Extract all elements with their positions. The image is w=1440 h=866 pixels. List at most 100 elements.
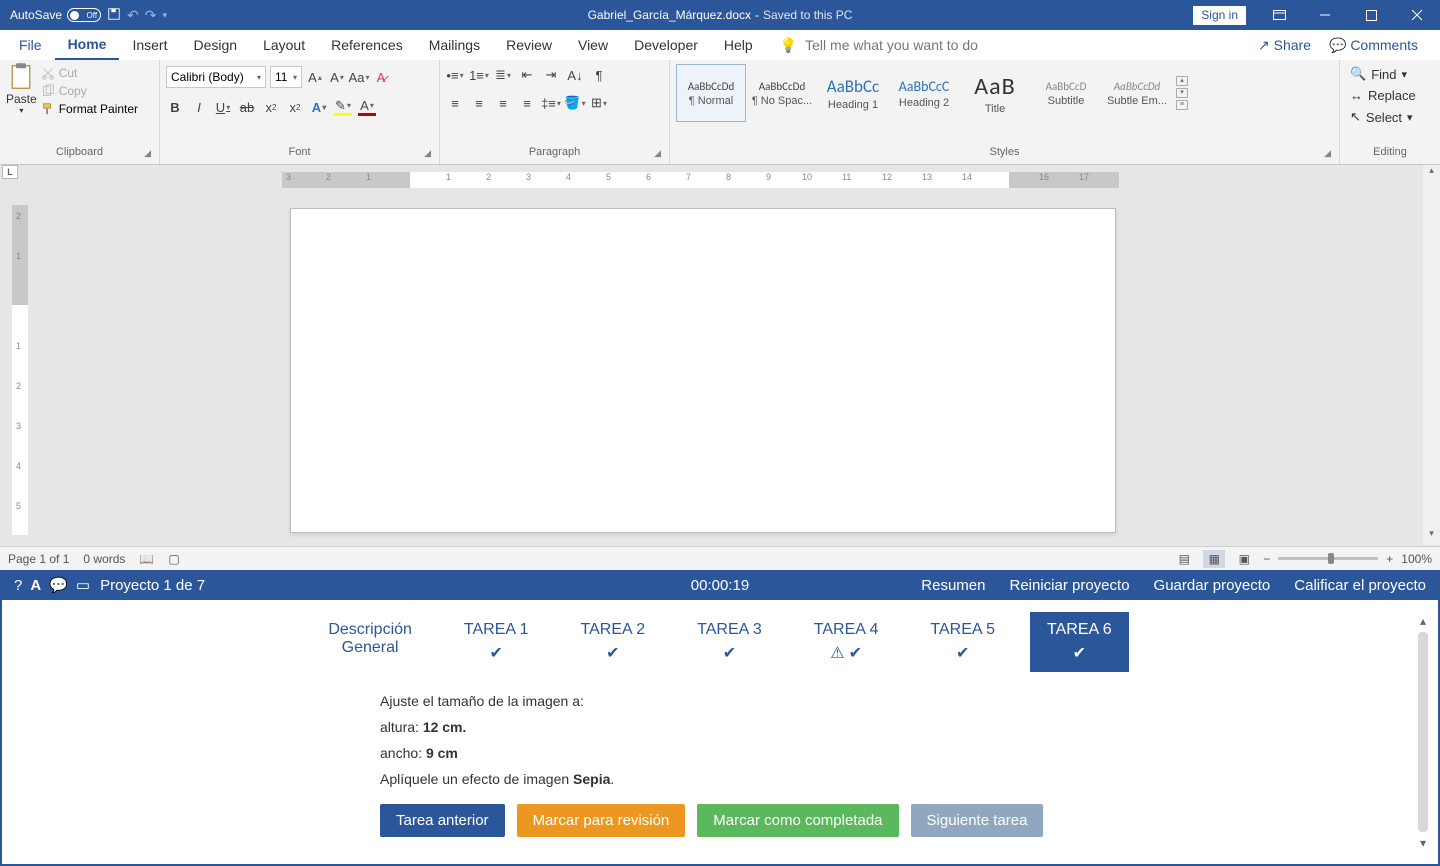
zoom-slider[interactable]	[1278, 557, 1378, 560]
macro-record-icon[interactable]: ▢	[168, 552, 179, 566]
tab-mailings[interactable]: Mailings	[416, 30, 493, 60]
strikethrough-icon[interactable]: ab	[238, 98, 256, 116]
superscript-icon[interactable]: x2	[286, 98, 304, 116]
borders-icon[interactable]: ⊞▾	[590, 94, 608, 112]
select-button[interactable]: ↖Select ▾	[1350, 109, 1416, 125]
vertical-ruler[interactable]: 21 12345	[12, 205, 28, 535]
tab-file[interactable]: File	[6, 30, 55, 60]
task-tab-6[interactable]: TAREA 6✔	[1030, 612, 1129, 672]
shading-icon[interactable]: 🪣▾	[566, 94, 584, 112]
italic-icon[interactable]: I	[190, 98, 208, 116]
style-title[interactable]: AaBTitle	[960, 64, 1030, 122]
paste-button[interactable]: Paste ▾	[6, 62, 37, 115]
share-button[interactable]: ↗ Share	[1258, 37, 1311, 54]
style-heading1[interactable]: AaBbCcHeading 1	[818, 64, 888, 122]
show-hide-icon[interactable]: ¶	[590, 66, 608, 84]
previous-task-button[interactable]: Tarea anterior	[380, 804, 505, 837]
spell-check-icon[interactable]: 📖	[139, 552, 154, 566]
zoom-in-icon[interactable]: +	[1386, 552, 1393, 566]
task-tab-1[interactable]: TAREA 1✔	[447, 612, 546, 672]
tab-home[interactable]: Home	[55, 30, 120, 60]
style-heading2[interactable]: AaBbCcCHeading 2	[889, 64, 959, 122]
bullets-icon[interactable]: •≡▾	[446, 66, 464, 84]
sort-icon[interactable]: A↓	[566, 66, 584, 84]
task-tab-5[interactable]: TAREA 5✔	[913, 612, 1012, 672]
font-size-combo[interactable]: 11▾	[270, 66, 302, 88]
print-layout-icon[interactable]: ▦	[1203, 550, 1225, 568]
comments-button[interactable]: 💬 Comments	[1329, 37, 1418, 54]
chat-icon[interactable]: 💬	[49, 576, 68, 594]
window-icon[interactable]: ▭	[76, 576, 90, 594]
next-task-button[interactable]: Siguiente tarea	[911, 804, 1044, 837]
tab-references[interactable]: References	[318, 30, 416, 60]
copy-button[interactable]: Copy	[41, 84, 138, 98]
highlight-icon[interactable]: ✎▾	[334, 98, 352, 116]
format-painter-button[interactable]: Format Painter	[41, 102, 138, 116]
line-spacing-icon[interactable]: ‡≡▾	[542, 94, 560, 112]
align-left-icon[interactable]: ≡	[446, 94, 464, 112]
bold-icon[interactable]: B	[166, 98, 184, 116]
find-button[interactable]: 🔍Find ▾	[1350, 66, 1416, 82]
paragraph-dialog-icon[interactable]: ◢	[654, 148, 661, 159]
tell-me-search[interactable]: 💡 Tell me what you want to do	[780, 37, 978, 54]
task-tab-description[interactable]: DescripciónGeneral	[311, 612, 429, 672]
scroll-down-icon[interactable]: ▾	[1414, 836, 1432, 850]
guardar-link[interactable]: Guardar proyecto	[1154, 577, 1271, 594]
multilevel-list-icon[interactable]: ≣▾	[494, 66, 512, 84]
horizontal-ruler[interactable]: 321 1234567891011121314 1617	[282, 172, 1119, 188]
tab-layout[interactable]: Layout	[250, 30, 318, 60]
tab-developer[interactable]: Developer	[621, 30, 711, 60]
style-no-spacing[interactable]: AaBbCcDd¶ No Spac...	[747, 64, 817, 122]
zoom-out-icon[interactable]: −	[1263, 552, 1270, 566]
align-right-icon[interactable]: ≡	[494, 94, 512, 112]
word-count[interactable]: 0 words	[83, 552, 125, 566]
clipboard-dialog-icon[interactable]: ◢	[144, 148, 151, 159]
decrease-indent-icon[interactable]: ⇤	[518, 66, 536, 84]
vertical-scrollbar[interactable]: ▴ ▾	[1423, 165, 1440, 545]
change-case-icon[interactable]: Aa▾	[350, 68, 368, 86]
page-indicator[interactable]: Page 1 of 1	[8, 552, 69, 566]
justify-icon[interactable]: ≡	[518, 94, 536, 112]
maximize-icon[interactable]	[1348, 0, 1394, 30]
font-name-combo[interactable]: Calibri (Body)▾	[166, 66, 266, 88]
font-dialog-icon[interactable]: ◢	[424, 148, 431, 159]
tab-insert[interactable]: Insert	[119, 30, 180, 60]
task-tab-2[interactable]: TAREA 2✔	[564, 612, 663, 672]
zoom-level[interactable]: 100%	[1401, 552, 1432, 566]
grow-font-icon[interactable]: A▴	[306, 68, 324, 86]
scroll-down-icon[interactable]: ▾	[1423, 528, 1440, 545]
align-center-icon[interactable]: ≡	[470, 94, 488, 112]
minimize-icon[interactable]	[1302, 0, 1348, 30]
scroll-up-icon[interactable]: ▴	[1423, 165, 1440, 182]
styles-gallery[interactable]: AaBbCcDd¶ Normal AaBbCcDd¶ No Spac... Aa…	[676, 62, 1191, 122]
scroll-up-icon[interactable]: ▴	[1414, 614, 1432, 628]
mark-for-review-button[interactable]: Marcar para revisión	[517, 804, 686, 837]
underline-icon[interactable]: U▾	[214, 98, 232, 116]
style-subtle-emphasis[interactable]: AaBbCcDdSubtle Em...	[1102, 64, 1172, 122]
save-icon[interactable]	[107, 7, 121, 24]
resumen-link[interactable]: Resumen	[921, 577, 985, 594]
help-icon[interactable]: ?	[14, 577, 22, 594]
tab-selector[interactable]: L	[2, 165, 18, 179]
close-icon[interactable]	[1394, 0, 1440, 30]
reiniciar-link[interactable]: Reiniciar proyecto	[1009, 577, 1129, 594]
cut-button[interactable]: Cut	[41, 66, 138, 80]
document-page[interactable]	[290, 208, 1116, 533]
mark-complete-button[interactable]: Marcar como completada	[697, 804, 898, 837]
ribbon-display-icon[interactable]	[1256, 0, 1302, 30]
subscript-icon[interactable]: x2	[262, 98, 280, 116]
replace-button[interactable]: ↔Replace	[1350, 88, 1416, 103]
styles-dialog-icon[interactable]: ◢	[1324, 148, 1331, 159]
signin-button[interactable]: Sign in	[1193, 6, 1246, 25]
text-effects-icon[interactable]: A▾	[310, 98, 328, 116]
styles-more-icon[interactable]: ▴▾≡	[1173, 76, 1191, 110]
font-size-icon[interactable]: A	[30, 577, 41, 594]
numbering-icon[interactable]: 1≡▾	[470, 66, 488, 84]
autosave-toggle[interactable]: AutoSave Off	[10, 8, 101, 22]
web-layout-icon[interactable]: ▣	[1233, 550, 1255, 568]
tab-review[interactable]: Review	[493, 30, 565, 60]
clear-formatting-icon[interactable]: A̷	[372, 68, 390, 86]
calificar-link[interactable]: Calificar el proyecto	[1294, 577, 1426, 594]
tab-design[interactable]: Design	[180, 30, 250, 60]
task-tab-3[interactable]: TAREA 3✔	[680, 612, 779, 672]
